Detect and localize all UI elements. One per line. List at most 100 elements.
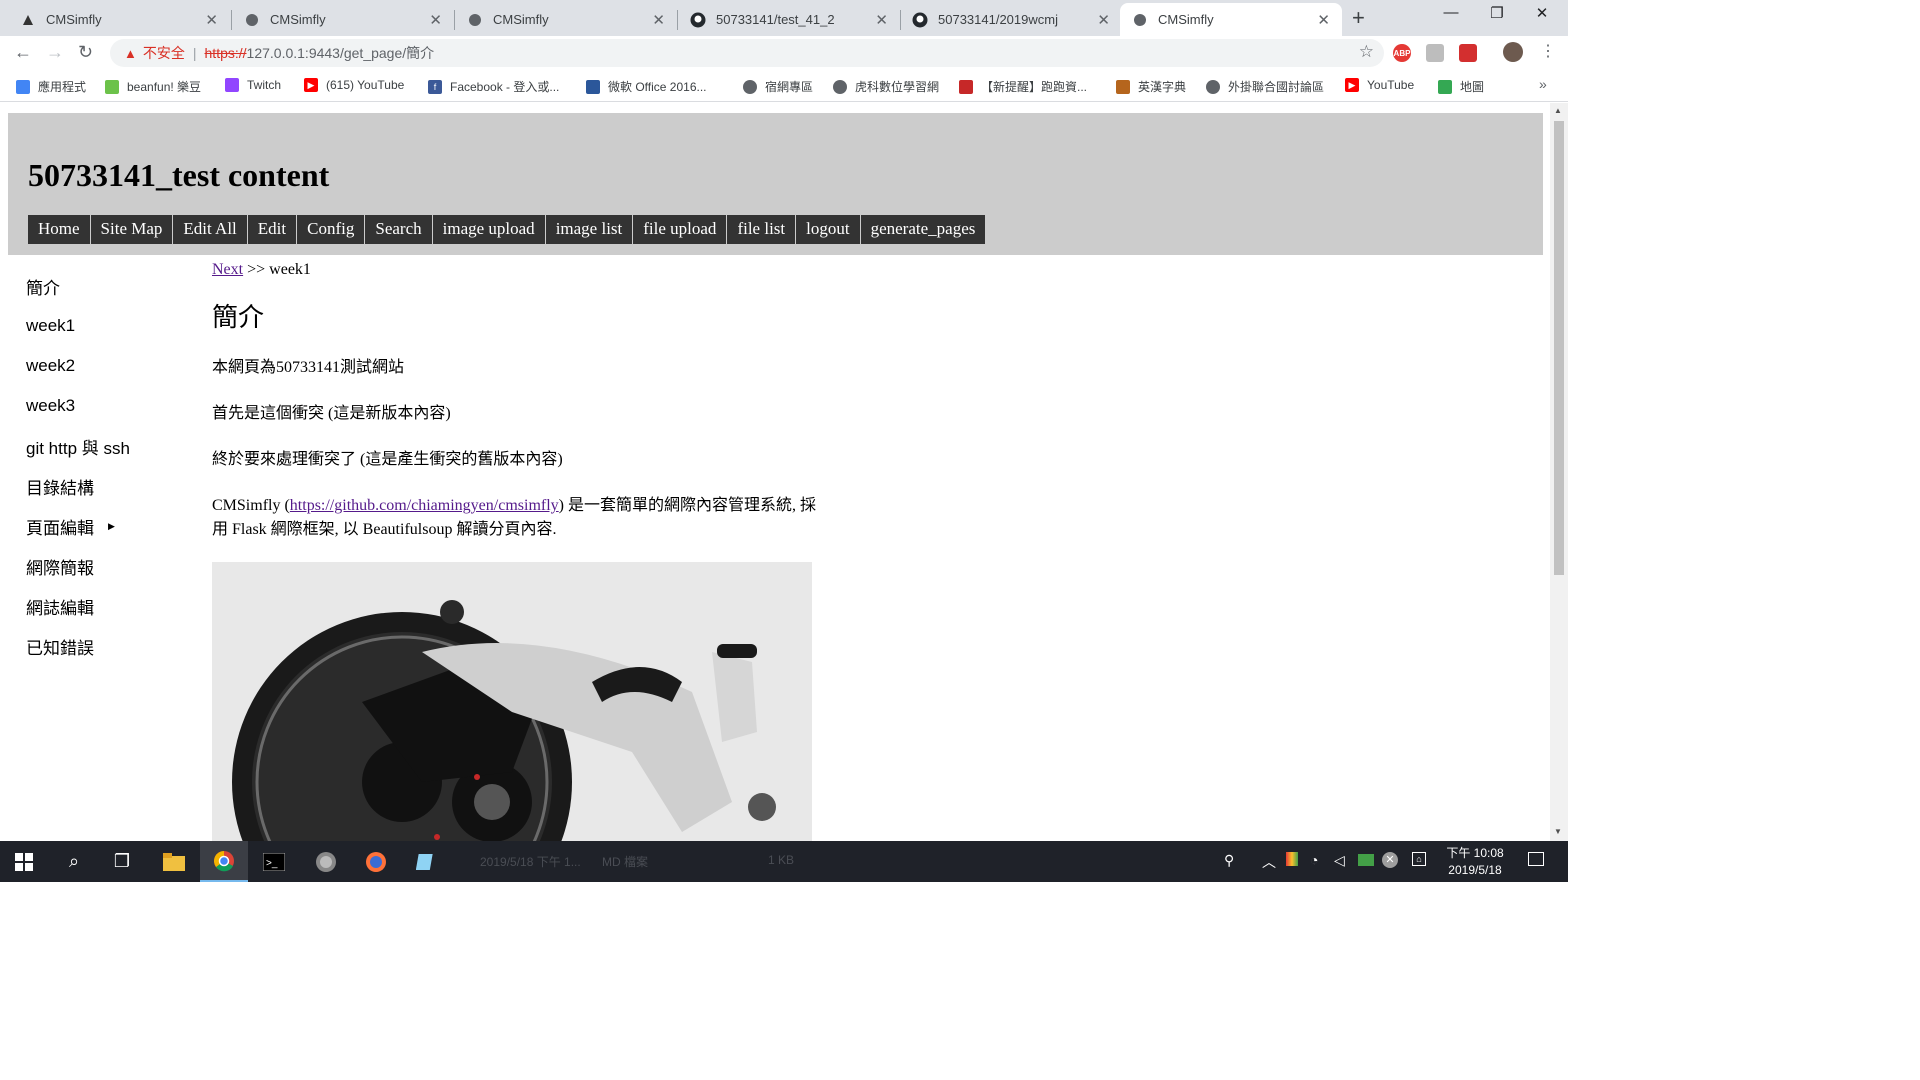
bookmark-elearning[interactable]: 虎科數位學習網	[833, 78, 939, 95]
browser-tab-1[interactable]: CMSimfly ✕	[8, 3, 230, 36]
close-tab-icon[interactable]: ✕	[1317, 11, 1330, 29]
sidebar-item-slides[interactable]: 網際簡報	[26, 546, 196, 586]
url-path: 127.0.0.1:9443/get_page/簡介	[246, 45, 435, 61]
menu-site-map[interactable]: Site Map	[90, 215, 174, 244]
sidebar-item-intro[interactable]: 簡介	[26, 266, 196, 306]
extension-icon[interactable]	[1426, 44, 1444, 62]
bookmark-dictionary[interactable]: 英漢字典	[1116, 78, 1186, 95]
bookmark-maps[interactable]: 地圖	[1438, 78, 1484, 95]
wifi-icon[interactable]: ◔	[1310, 852, 1318, 868]
menu-search[interactable]: Search	[365, 215, 433, 244]
maps-icon	[1438, 79, 1452, 94]
tab-title: 50733141/2019wcmj	[938, 12, 1058, 27]
pocket-icon[interactable]	[1459, 44, 1477, 62]
bookmark-apps[interactable]: 應用程式	[16, 78, 86, 95]
terminal-icon[interactable]: >_	[250, 841, 298, 882]
not-secure-label[interactable]: 不安全	[143, 43, 185, 63]
menu-edit[interactable]: Edit	[247, 215, 298, 244]
browser-tab-2[interactable]: CMSimfly ✕	[232, 3, 454, 36]
address-bar[interactable]: ▲ 不安全 | https:// 127.0.0.1:9443/get_page…	[110, 39, 1384, 67]
scroll-up-arrow-icon[interactable]: ▲	[1554, 106, 1562, 115]
search-icon[interactable]: ⌕	[50, 841, 98, 882]
close-tab-icon[interactable]: ✕	[652, 11, 665, 29]
adblock-plus-icon[interactable]: ABP	[1393, 44, 1411, 62]
task-view-icon[interactable]: ❐	[98, 841, 146, 882]
firefox-icon[interactable]	[352, 841, 400, 882]
browser-tab-3[interactable]: CMSimfly ✕	[455, 3, 677, 36]
breadcrumb-target: week1	[269, 261, 311, 278]
chrome-taskbar-icon[interactable]	[200, 841, 248, 882]
vertical-scrollbar[interactable]: ▲ ▼	[1550, 103, 1568, 841]
browser-toolbar: ← → ↻ ▲ 不安全 | https:// 127.0.0.1:9443/ge…	[0, 36, 1568, 70]
new-tab-plus-icon[interactable]: +	[1352, 5, 1365, 31]
youtube-icon: ▶	[1345, 78, 1359, 92]
file-explorer-icon[interactable]	[150, 841, 198, 882]
sidebar-item-week1[interactable]: week1	[26, 306, 196, 346]
profile-avatar[interactable]	[1503, 42, 1523, 62]
app-tray-icon[interactable]	[1286, 852, 1298, 866]
app-tile-icon[interactable]	[402, 841, 450, 882]
people-icon[interactable]: ⚲	[1224, 852, 1234, 869]
bookmark-kart-forum[interactable]: 【新提醒】跑跑資...	[959, 78, 1087, 95]
bookmark-facebook[interactable]: f Facebook - 登入或...	[428, 78, 559, 95]
minimize-window-icon[interactable]: —	[1428, 4, 1474, 21]
sidebar-item-week2[interactable]: week2	[26, 346, 196, 386]
taskbar-clock[interactable]: 下午 10:08 2019/5/18	[1440, 845, 1510, 879]
content-paragraph: 本網頁為50733141測試網站	[212, 359, 405, 376]
menu-file-list[interactable]: file list	[727, 215, 797, 244]
action-center-icon[interactable]	[1528, 852, 1544, 866]
github-link[interactable]: https://github.com/chiamingyen/cmsimfly	[290, 497, 559, 514]
browser-tab-6-active[interactable]: CMSimfly ✕	[1120, 3, 1342, 36]
close-tab-icon[interactable]: ✕	[875, 11, 888, 29]
menu-image-upload[interactable]: image upload	[432, 215, 546, 244]
menu-edit-all[interactable]: Edit All	[173, 215, 248, 244]
speaker-icon[interactable]: ◁	[1334, 852, 1345, 869]
browser-tab-4[interactable]: 50733141/test_41_2 ✕	[678, 3, 900, 36]
scrollbar-thumb[interactable]	[1554, 121, 1564, 575]
close-tab-icon[interactable]: ✕	[205, 11, 218, 29]
close-circle-icon[interactable]: ✕	[1382, 852, 1398, 868]
sidebar-item-page-edit[interactable]: 頁面編輯 ▶	[26, 506, 196, 546]
bookmark-office[interactable]: 微軟 Office 2016...	[586, 78, 707, 95]
warning-triangle-icon[interactable]: ▲	[124, 46, 137, 61]
ime-icon[interactable]: ⌂	[1412, 852, 1426, 866]
next-link[interactable]: Next	[212, 261, 243, 278]
text-span: CMSimfly (	[212, 497, 290, 514]
close-tab-icon[interactable]: ✕	[1097, 11, 1110, 29]
bookmark-beanfun[interactable]: beanfun! 樂豆	[105, 78, 201, 95]
reload-icon[interactable]: ↻	[78, 42, 93, 63]
menu-home[interactable]: Home	[28, 215, 91, 244]
battery-icon[interactable]	[1358, 854, 1374, 866]
menu-config[interactable]: Config	[297, 215, 366, 244]
bookmark-youtube[interactable]: ▶ YouTube	[1345, 78, 1414, 92]
windows-start-icon[interactable]	[0, 841, 48, 882]
forward-arrow-icon[interactable]: →	[46, 42, 64, 63]
sidebar-item-week3[interactable]: week3	[26, 386, 196, 426]
scroll-down-arrow-icon[interactable]: ▼	[1554, 827, 1562, 836]
sidebar-item-git[interactable]: git http 與 ssh	[26, 426, 196, 466]
chevron-up-icon[interactable]: ︿	[1262, 852, 1276, 872]
sidebar-item-dir-structure[interactable]: 目錄結構	[26, 466, 196, 506]
bookmark-star-icon[interactable]: ☆	[1359, 42, 1374, 62]
caret-right-icon: ▶	[108, 520, 115, 531]
restore-window-icon[interactable]: ❐	[1474, 4, 1520, 22]
menu-file-upload[interactable]: file upload	[633, 215, 728, 244]
app-sphere-icon[interactable]	[302, 841, 350, 882]
browser-tab-5[interactable]: 50733141/2019wcmj ✕	[900, 3, 1122, 36]
close-tab-icon[interactable]: ✕	[429, 11, 442, 29]
content-paragraph: 首先是這個衝突 (這是新版本內容)	[212, 405, 451, 422]
back-arrow-icon[interactable]: ←	[14, 42, 32, 63]
bookmark-plugin-forum[interactable]: 外掛聯合國討論區	[1206, 78, 1324, 95]
bookmark-youtube-615[interactable]: ▶ (615) YouTube	[304, 78, 404, 92]
sidebar-item-known-bugs[interactable]: 已知錯誤	[26, 626, 196, 666]
menu-generate-pages[interactable]: generate_pages	[860, 215, 987, 244]
bookmark-twitch[interactable]: Twitch	[225, 78, 281, 92]
sidebar-item-blog-edit[interactable]: 網誌編輯	[26, 586, 196, 626]
menu-image-list[interactable]: image list	[545, 215, 634, 244]
chrome-menu-icon[interactable]: ⋮	[1540, 41, 1556, 61]
bookmark-dorm-net[interactable]: 宿網專區	[743, 78, 813, 95]
close-window-icon[interactable]: ✕	[1519, 4, 1565, 22]
chevron-double-right-icon[interactable]: »	[1539, 76, 1547, 92]
url-scheme: https://	[204, 45, 247, 61]
menu-logout[interactable]: logout	[796, 215, 861, 244]
